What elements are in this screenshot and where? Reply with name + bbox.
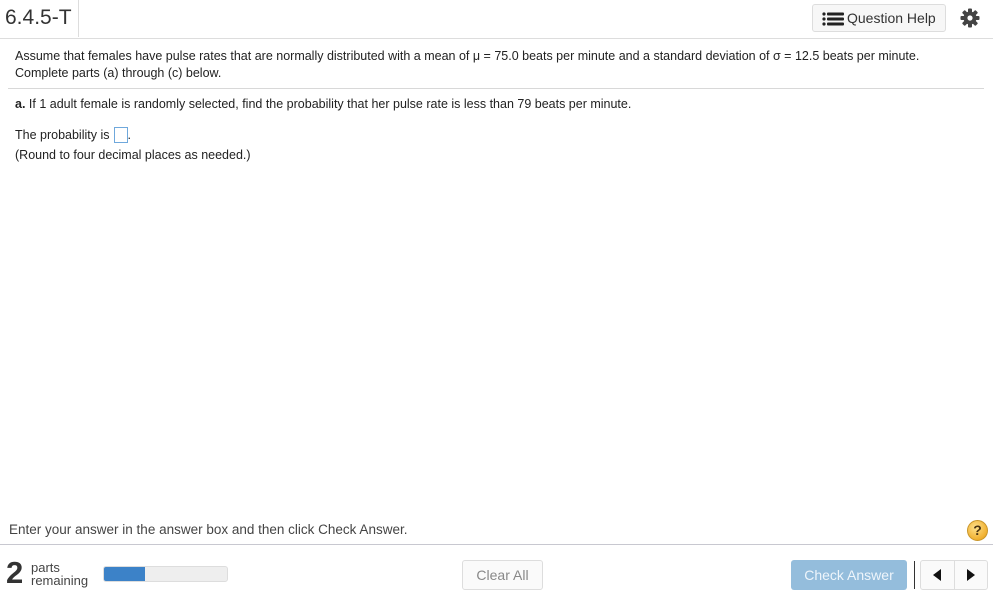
progress-bar xyxy=(103,566,228,582)
parts-label-line2: remaining xyxy=(31,573,89,588)
parts-remaining-count: 2 xyxy=(6,555,24,590)
top-bar: 6.4.5-T Question Help xyxy=(0,0,993,39)
divider xyxy=(8,88,984,89)
question-id: 6.4.5-T xyxy=(0,0,79,37)
answer-suffix: . xyxy=(127,128,131,142)
question-nav xyxy=(920,560,988,590)
triangle-right-icon xyxy=(967,569,975,581)
check-answer-button[interactable]: Check Answer xyxy=(791,560,907,590)
part-a-label: a. xyxy=(15,97,26,111)
part-a-question: a. If 1 adult female is randomly selecte… xyxy=(15,96,631,113)
footer-instruction: Enter your answer in the answer box and … xyxy=(9,522,408,537)
triangle-left-icon xyxy=(933,569,941,581)
answer-line: The probability is. xyxy=(15,126,131,144)
gear-icon[interactable] xyxy=(960,8,980,28)
answer-prefix: The probability is xyxy=(15,128,110,142)
parts-remaining-label: parts remaining xyxy=(31,561,88,587)
stem-text: Assume that females have pulse rates tha… xyxy=(15,49,920,63)
question-stem: Assume that females have pulse rates tha… xyxy=(15,48,975,82)
progress-fill xyxy=(104,567,145,581)
separator xyxy=(914,561,915,589)
help-icon[interactable]: ? xyxy=(967,520,988,541)
footer-divider xyxy=(0,544,993,545)
stem-instruction: Complete parts (a) through (c) below. xyxy=(15,66,222,80)
list-icon xyxy=(822,12,844,26)
rounding-note: (Round to four decimal places as needed.… xyxy=(15,148,251,162)
question-help-label: Question Help xyxy=(847,10,936,26)
previous-question-button[interactable] xyxy=(921,561,955,589)
next-question-button[interactable] xyxy=(955,561,988,589)
question-help-button[interactable]: Question Help xyxy=(812,4,946,32)
clear-all-button[interactable]: Clear All xyxy=(462,560,543,590)
probability-answer-input[interactable] xyxy=(113,126,128,143)
part-a-text: If 1 adult female is randomly selected, … xyxy=(25,97,632,111)
